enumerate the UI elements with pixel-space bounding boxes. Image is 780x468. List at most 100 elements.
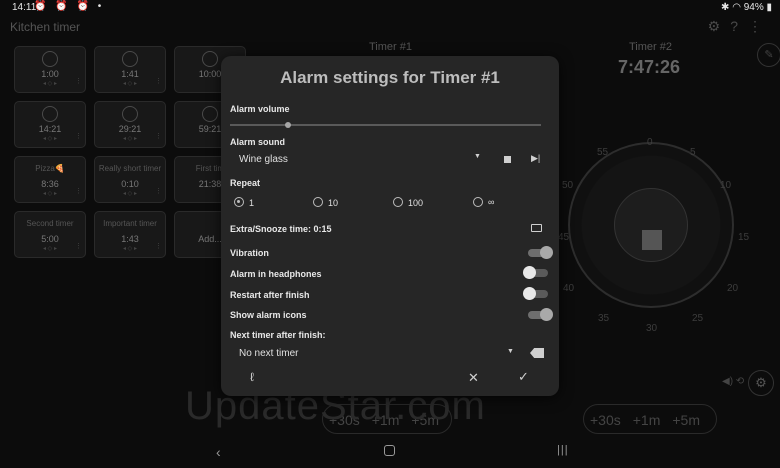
- repeat-option-1: 1: [249, 198, 255, 208]
- alarm-headphones-label: Alarm in headphones: [230, 269, 322, 279]
- timer-tile[interactable]: Important timer 1:43 ◂ ◇ ▸ ⋮: [94, 211, 166, 258]
- dial-number: 35: [598, 313, 610, 324]
- timer-tile[interactable]: 1:00 ◂ ◇ ▸ ⋮: [14, 46, 86, 93]
- timer2-settings-icon[interactable]: ⚙: [748, 370, 774, 396]
- dial-number: 50: [562, 180, 574, 191]
- timer1-label: Timer #1: [369, 41, 412, 53]
- timer-tile[interactable]: 14:21 ◂ ◇ ▸ ⋮: [14, 101, 86, 148]
- alarm-volume-label: Alarm volume: [230, 104, 290, 114]
- repeat-option-100: 100: [408, 198, 424, 208]
- tile-menu-icon[interactable]: ⋮: [75, 77, 82, 85]
- repeat-option-infinite: ∞: [488, 197, 495, 207]
- dial-number: 40: [563, 283, 575, 294]
- next-timer-label: Next timer after finish:: [230, 330, 326, 340]
- add-30s-button[interactable]: +30s: [584, 405, 627, 435]
- repeat-radio-infinite[interactable]: [473, 197, 483, 207]
- dial-number: 30: [646, 323, 658, 334]
- alarm-status-icons: ⏰ ⏰ ⏰ •: [34, 1, 105, 12]
- tile-menu-icon[interactable]: ⋮: [75, 187, 82, 195]
- confirm-icon[interactable]: ✓: [518, 369, 529, 385]
- snooze-label[interactable]: Extra/Snooze time: 0:15: [230, 224, 332, 234]
- dial-number: 10: [720, 180, 732, 191]
- tile-name: Important timer: [103, 219, 157, 228]
- dial-icon: [122, 51, 138, 67]
- app-title: Kitchen timer: [10, 20, 81, 34]
- stop-icon[interactable]: [642, 230, 662, 250]
- timer2-quick-add: +30s +1m +5m: [583, 404, 717, 434]
- restart-after-finish-toggle[interactable]: [523, 287, 548, 300]
- timer-tile[interactable]: Pizza🍕 8:36 ◂ ◇ ▸ ⋮: [14, 156, 86, 203]
- keyboard-icon[interactable]: [531, 224, 542, 232]
- edit-timer2-icon[interactable]: ✎: [757, 43, 780, 67]
- tile-menu-icon[interactable]: ⋮: [75, 242, 82, 250]
- timer-tile[interactable]: Second timer 5:00 ◂ ◇ ▸ ⋮: [14, 211, 86, 258]
- help-icon[interactable]: ?: [730, 18, 748, 34]
- clear-next-timer-icon[interactable]: [530, 348, 544, 358]
- tile-name: Pizza🍕: [35, 164, 65, 173]
- tile-menu-icon[interactable]: ⋮: [75, 132, 82, 140]
- alarm-volume-slider[interactable]: [230, 124, 541, 126]
- timer-tile[interactable]: Really short timer 0:10 ◂ ◇ ▸ ⋮: [94, 156, 166, 203]
- show-alarm-icons-label: Show alarm icons: [230, 310, 307, 320]
- add-1m-button[interactable]: +1m: [627, 405, 667, 435]
- show-alarm-icons-toggle[interactable]: [528, 308, 553, 321]
- tile-menu-icon[interactable]: ⋮: [155, 132, 162, 140]
- home-icon[interactable]: [384, 445, 395, 456]
- repeat-radio-100[interactable]: [393, 197, 403, 207]
- battery-indicator: ✱ ◠ 94% ▮: [721, 2, 772, 13]
- timer2-dial[interactable]: [568, 142, 734, 308]
- dropdown-arrow-icon[interactable]: ▼: [507, 348, 514, 355]
- alarm-headphones-toggle[interactable]: [523, 266, 548, 279]
- recents-icon[interactable]: |||: [557, 444, 569, 456]
- volume-repeat-icons: ◀) ⟲: [722, 376, 745, 387]
- timer-tile[interactable]: 1:41 ◂ ◇ ▸ ⋮: [94, 46, 166, 93]
- dropdown-arrow-icon[interactable]: ▼: [474, 153, 481, 160]
- next-timer-select[interactable]: No next timer: [239, 348, 298, 359]
- vibration-label: Vibration: [230, 248, 269, 258]
- tile-name: Really short timer: [98, 164, 162, 173]
- battery-icon: ▮: [763, 2, 772, 13]
- alarm-settings-dialog: Alarm settings for Timer #1 Alarm volume…: [221, 56, 559, 396]
- dial-icon: [42, 106, 58, 122]
- dial-number: 55: [597, 147, 609, 158]
- dial-number: 15: [738, 232, 750, 243]
- system-nav-bar: ‹ |||: [0, 438, 780, 468]
- tile-name: Second timer: [26, 219, 74, 228]
- dialog-title: Alarm settings for Timer #1: [280, 68, 500, 87]
- cancel-icon[interactable]: ✕: [468, 370, 479, 386]
- dial-knob[interactable]: [614, 188, 688, 262]
- alarm-sound-label: Alarm sound: [230, 137, 286, 147]
- hearing-icon[interactable]: ℓ: [250, 370, 254, 384]
- status-bar: 14:11 ⏰ ⏰ ⏰ • ✱ ◠ 94% ▮: [0, 0, 780, 16]
- tile-menu-icon[interactable]: ⋮: [155, 187, 162, 195]
- repeat-radio-1[interactable]: [234, 197, 244, 207]
- restart-after-finish-label: Restart after finish: [230, 290, 310, 300]
- back-icon[interactable]: ‹: [216, 444, 221, 460]
- stop-sound-icon[interactable]: [504, 156, 511, 163]
- vibration-toggle[interactable]: [528, 246, 553, 259]
- alarm-sound-select[interactable]: Wine glass: [239, 154, 288, 165]
- more-icon[interactable]: ⋮: [748, 18, 772, 34]
- dial-number: 20: [727, 283, 739, 294]
- repeat-option-10: 10: [328, 198, 339, 208]
- play-sound-icon[interactable]: ▶|: [531, 153, 540, 164]
- volume-slider-thumb[interactable]: [285, 122, 291, 128]
- timer-tile[interactable]: 29:21 ◂ ◇ ▸ ⋮: [94, 101, 166, 148]
- dial-number: 25: [692, 313, 704, 324]
- dial-icon: [122, 106, 138, 122]
- dial-icon: [42, 51, 58, 67]
- top-actions: ⚙?⋮: [708, 18, 772, 35]
- timer2-label: Timer #2: [629, 41, 672, 53]
- tile-menu-icon[interactable]: ⋮: [155, 242, 162, 250]
- dial-number: 5: [690, 147, 696, 158]
- dial-icon: [202, 51, 218, 67]
- status-time: 14:11: [12, 2, 37, 13]
- settings-icon[interactable]: ⚙: [708, 18, 731, 34]
- tile-menu-icon[interactable]: ⋮: [155, 77, 162, 85]
- add-5m-button[interactable]: +5m: [666, 405, 706, 435]
- repeat-radio-10[interactable]: [313, 197, 323, 207]
- battery-level: 94%: [743, 2, 764, 13]
- dial-number: 45: [558, 232, 570, 243]
- dial-icon: [202, 106, 218, 122]
- repeat-label: Repeat: [230, 178, 261, 188]
